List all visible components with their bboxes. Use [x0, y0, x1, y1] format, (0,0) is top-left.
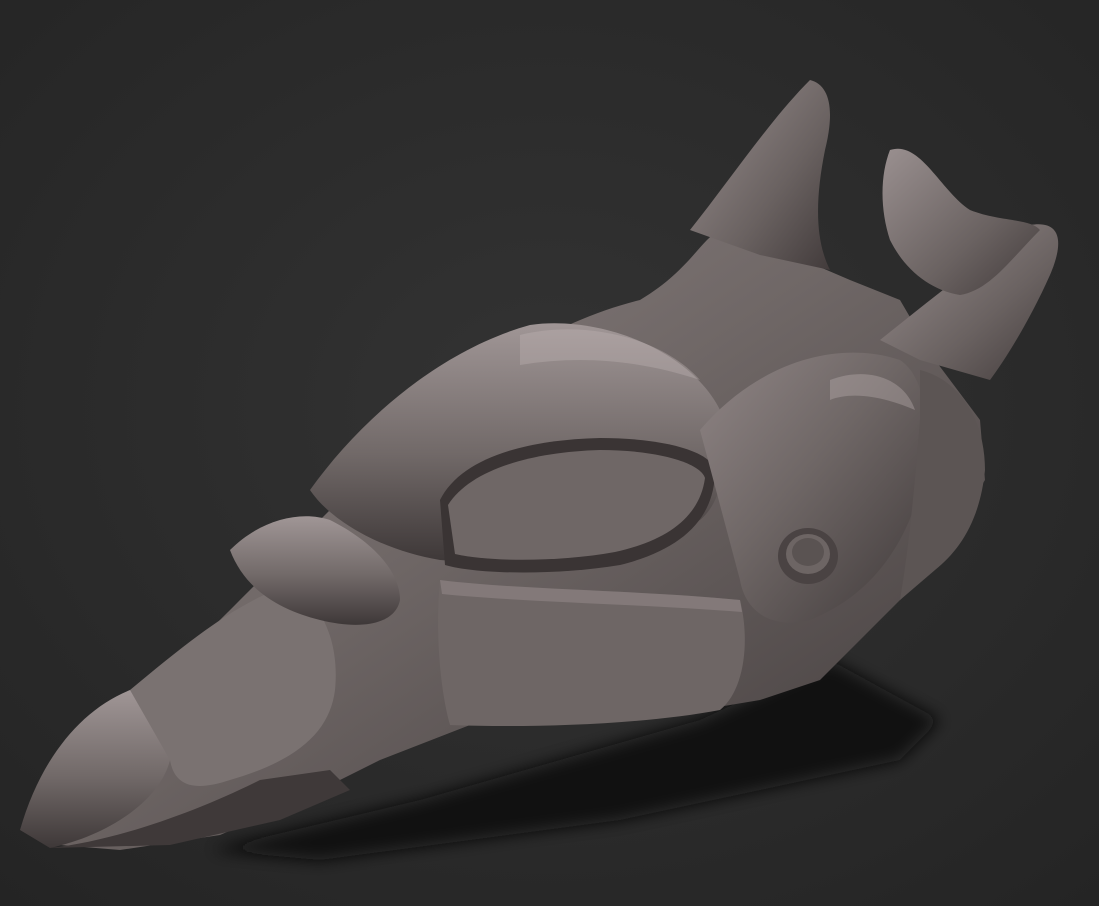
3d-viewport[interactable] [0, 0, 1099, 906]
sculpt-render [0, 0, 1099, 906]
ear-ring [778, 528, 838, 584]
jaw-plate [438, 580, 745, 727]
